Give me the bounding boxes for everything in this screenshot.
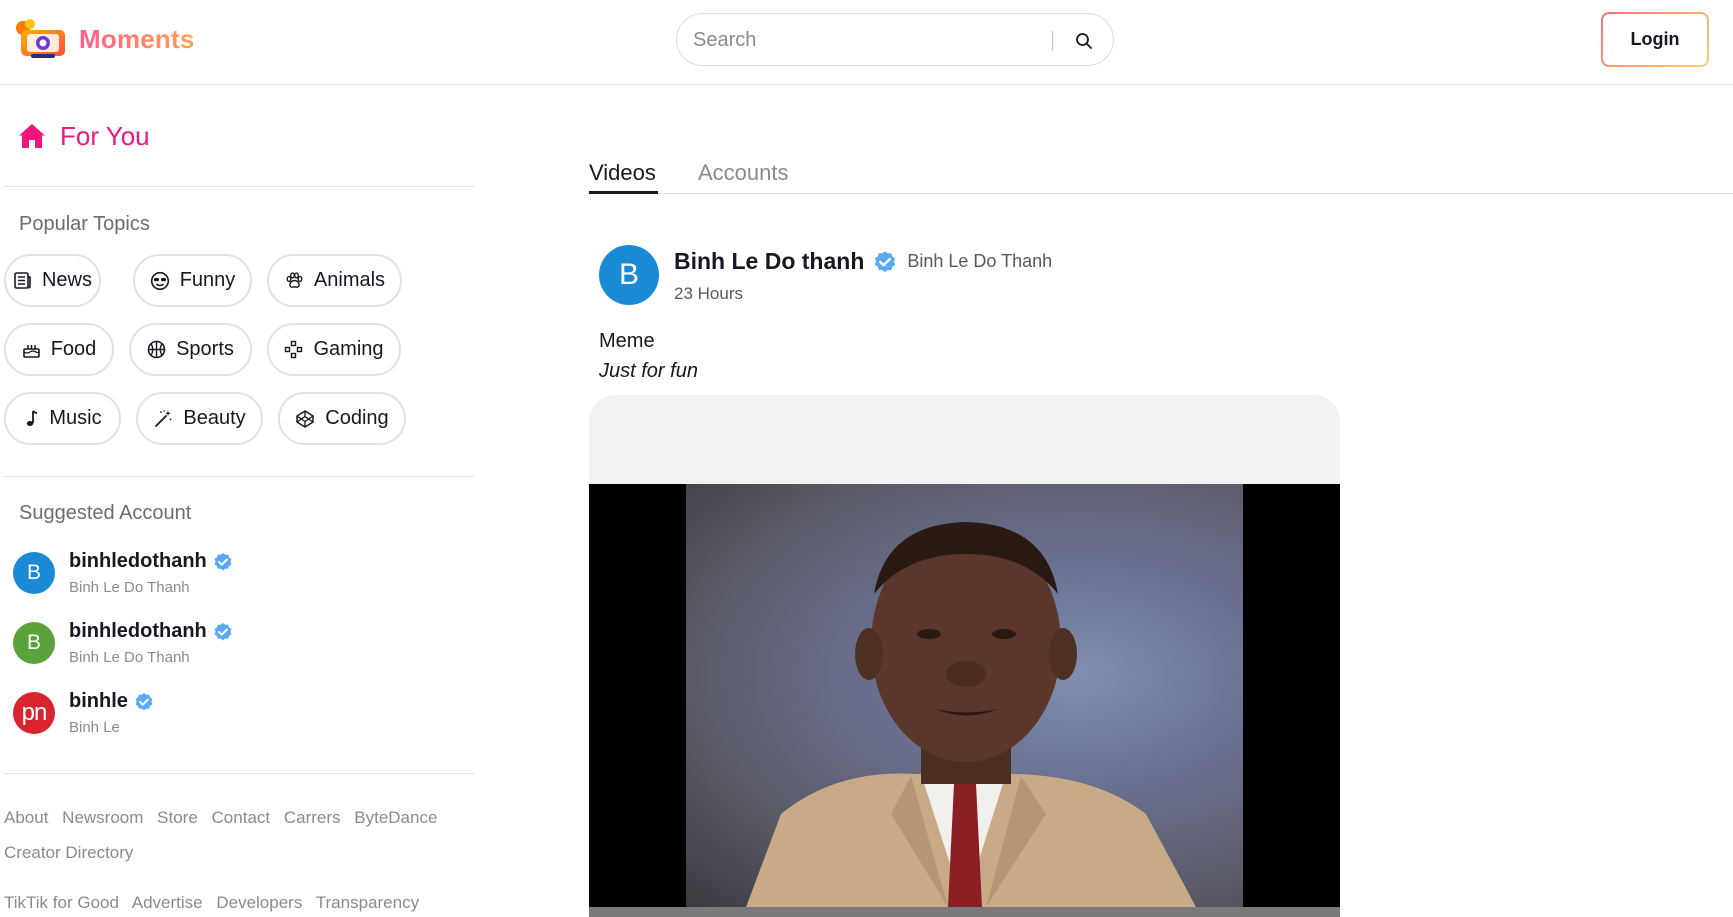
tab-accounts[interactable]: Accounts <box>698 160 789 186</box>
suggested-account-item[interactable]: pn binhle Binh Le <box>13 688 453 738</box>
codepen-icon <box>296 409 315 428</box>
post-author-handle: Binh Le Do Thanh <box>907 251 1053 271</box>
footer-link[interactable]: Developers <box>216 893 302 912</box>
gamepad-icon <box>285 340 303 359</box>
video-player[interactable] <box>589 484 1340 907</box>
video-card <box>589 395 1340 917</box>
topic-sports[interactable]: Sports <box>129 323 252 376</box>
newspaper-icon <box>14 272 31 289</box>
account-display-name: Binh Le <box>69 719 120 736</box>
verified-badge-icon <box>135 692 153 710</box>
verified-badge-icon <box>875 250 896 272</box>
topic-label: News <box>41 269 92 291</box>
topic-label: Animals <box>313 269 386 291</box>
basketball-icon <box>147 340 166 359</box>
footer-link[interactable]: Store <box>157 808 198 827</box>
divider <box>4 773 474 774</box>
verified-badge-icon <box>214 622 232 640</box>
video-frame <box>686 484 1243 907</box>
footer-link[interactable]: Transparency <box>316 893 419 912</box>
topic-gaming[interactable]: Gaming <box>267 323 401 376</box>
suggested-account-title: Suggested Account <box>19 502 192 524</box>
topic-label: Gaming <box>313 338 384 360</box>
suggested-account-item[interactable]: B binhledothanh Binh Le Do Thanh <box>13 618 453 668</box>
topic-label: Music <box>49 407 102 429</box>
footer-link[interactable]: Newsroom <box>62 808 143 827</box>
divider <box>4 186 474 187</box>
topic-coding[interactable]: Coding <box>278 392 406 445</box>
topic-news[interactable]: News <box>4 254 101 307</box>
footer-link[interactable]: About <box>4 808 48 827</box>
post-author-row: Binh Le Do thanh Binh Le Do Thanh <box>674 248 1052 275</box>
home-icon <box>19 124 45 148</box>
video-thumbnail-image <box>746 522 1196 907</box>
account-username: binhledothanh <box>69 550 207 572</box>
account-display-name: Binh Le Do Thanh <box>69 579 190 596</box>
avatar: B <box>13 552 55 594</box>
footer-link[interactable]: Creator Directory <box>4 843 133 862</box>
magic-wand-icon <box>155 409 172 427</box>
video-progress-bar[interactable] <box>589 907 1340 917</box>
search-bar <box>676 13 1114 66</box>
account-username-row: binhle <box>69 690 154 713</box>
login-button[interactable]: Login <box>1601 12 1709 67</box>
for-you-label: For You <box>60 120 150 151</box>
post-author-name[interactable]: Binh Le Do thanh <box>674 248 864 275</box>
footer-link[interactable]: ByteDance <box>354 808 437 827</box>
post-description: Just for fun <box>599 360 698 382</box>
suggested-account-item[interactable]: B binhledothanh Binh Le Do Thanh <box>13 548 453 598</box>
topic-label: Sports <box>176 338 234 360</box>
post-author-avatar[interactable]: B <box>599 245 659 305</box>
search-button[interactable] <box>1069 26 1099 56</box>
topic-label: Coding <box>325 407 389 429</box>
tab-videos[interactable]: Videos <box>589 160 656 186</box>
cake-icon <box>22 345 40 358</box>
topic-music[interactable]: Music <box>4 392 121 445</box>
topic-label: Beauty <box>183 407 246 429</box>
topic-label: Funny <box>179 269 236 291</box>
search-icon <box>1076 33 1092 49</box>
account-display-name: Binh Le Do Thanh <box>69 649 190 666</box>
footer-link[interactable]: TikTik for Good <box>4 893 119 912</box>
topic-animals[interactable]: Animals <box>267 254 402 307</box>
search-input[interactable] <box>693 26 1063 54</box>
avatar: B <box>13 622 55 664</box>
nav-for-you[interactable]: For You <box>18 118 150 154</box>
music-note-icon <box>27 410 38 426</box>
topic-food[interactable]: Food <box>4 323 114 376</box>
footer-link[interactable]: Contact <box>212 808 271 827</box>
avatar: pn <box>13 692 55 734</box>
moments-logo[interactable] <box>13 16 71 62</box>
topic-label: Food <box>50 338 97 360</box>
brand-name[interactable]: Moments <box>79 24 195 55</box>
topic-funny[interactable]: Funny <box>133 254 252 307</box>
search-divider <box>1052 31 1053 51</box>
post-timestamp: 23 Hours <box>674 284 743 303</box>
footer-links-row: Creator Directory <box>4 843 142 863</box>
account-username-row: binhledothanh <box>69 620 233 643</box>
footer-link[interactable]: Advertise <box>132 893 203 912</box>
account-username: binhledothanh <box>69 620 207 642</box>
account-username: binhle <box>69 690 128 712</box>
account-username-row: binhledothanh <box>69 550 233 573</box>
sunglasses-face-icon <box>150 271 169 290</box>
footer-links-row: About Newsroom Store Contact Carrers Byt… <box>4 808 446 828</box>
top-header: Moments Login <box>0 0 1733 85</box>
search-result-tabs: Videos Accounts <box>589 150 1733 194</box>
footer-link[interactable]: Carrers <box>284 808 341 827</box>
post-caption: Meme <box>599 330 655 352</box>
topic-beauty[interactable]: Beauty <box>136 392 263 445</box>
verified-badge-icon <box>214 552 232 570</box>
active-tab-indicator <box>589 191 658 194</box>
paw-icon <box>286 271 303 288</box>
footer-links-row: TikTik for Good Advertise Developers Tra… <box>4 893 428 913</box>
popular-topics-title: Popular Topics <box>19 213 150 235</box>
divider <box>4 476 474 477</box>
